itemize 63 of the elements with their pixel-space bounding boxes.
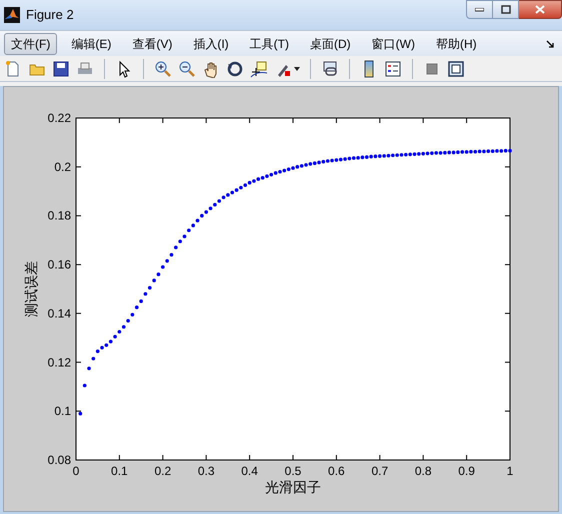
data-point [82, 384, 86, 388]
window-frame-icon[interactable] [447, 60, 465, 78]
menu-item[interactable]: 窗口(W) [364, 32, 422, 54]
y-tick-label: 0.16 [48, 258, 71, 272]
zoom-in-icon[interactable] [154, 60, 172, 78]
y-axis-label: 测试误差 [23, 261, 39, 317]
data-cursor-icon[interactable] [250, 60, 268, 78]
menu-item[interactable]: 查看(V) [125, 32, 180, 54]
data-point [92, 356, 96, 360]
maximize-button[interactable] [493, 0, 519, 19]
y-tick-label: 0.1 [54, 404, 71, 418]
save-icon[interactable] [52, 60, 70, 78]
data-point [156, 272, 160, 276]
menu-item[interactable]: 工具(T) [242, 32, 296, 54]
x-tick-label: 0.1 [111, 464, 128, 478]
app-logo-icon [4, 7, 20, 23]
zoom-out-icon[interactable] [178, 60, 196, 78]
x-tick-label: 1 [506, 464, 514, 478]
menu-item[interactable]: 帮助(H) [428, 32, 484, 54]
menu-item[interactable]: 编辑(E) [64, 32, 118, 54]
restore-icon [500, 5, 510, 14]
data-point [152, 278, 156, 282]
y-tick-label: 0.14 [48, 306, 71, 320]
dropdown-caret-icon[interactable] [294, 66, 300, 70]
data-point [126, 318, 130, 323]
x-axis-label: 光滑因子 [265, 479, 321, 495]
x-tick-label: 0.7 [371, 464, 388, 478]
data-point [144, 292, 148, 296]
x-tick-label: 0.5 [284, 464, 302, 478]
x-tick-label: 0.6 [328, 464, 345, 478]
legend-icon[interactable] [384, 60, 402, 78]
x-tick-label: 0.3 [198, 464, 215, 478]
data-point [148, 286, 152, 290]
data-point [87, 366, 91, 370]
data-point [134, 306, 139, 310]
minimize-icon [475, 8, 484, 12]
y-tick-label: 0.2 [54, 160, 71, 174]
linked-plot-icon[interactable] [321, 60, 339, 78]
rotate-icon[interactable] [226, 60, 244, 78]
y-tick-label: 0.22 [48, 111, 71, 125]
data-point [161, 265, 165, 269]
window-title: Figure 2 [26, 6, 74, 24]
y-tick-label: 0.18 [48, 208, 71, 223]
x-tick-label: 0.9 [458, 464, 475, 478]
close-button[interactable] [519, 0, 562, 19]
overflow-arrow-icon[interactable] [546, 40, 554, 48]
x-tick-label: 0 [72, 464, 80, 478]
data-point [170, 253, 174, 257]
data-point [165, 259, 169, 263]
close-icon [535, 5, 545, 14]
data-point [130, 312, 134, 316]
data-point [174, 246, 178, 250]
menu-item[interactable]: 插入(I) [186, 32, 236, 54]
menu-item[interactable]: 桌面(D) [302, 32, 358, 54]
x-tick-label: 0.2 [154, 464, 172, 478]
x-tick-label: 0.4 [241, 464, 258, 478]
data-point [78, 412, 82, 416]
y-tick-label: 0.08 [48, 453, 71, 467]
menu-item[interactable]: 文件(F) [4, 32, 58, 54]
y-tick-label: 0.12 [48, 355, 71, 370]
x-tick-label: 0.8 [414, 464, 432, 478]
data-point [139, 299, 143, 304]
minimize-button[interactable] [466, 0, 493, 19]
